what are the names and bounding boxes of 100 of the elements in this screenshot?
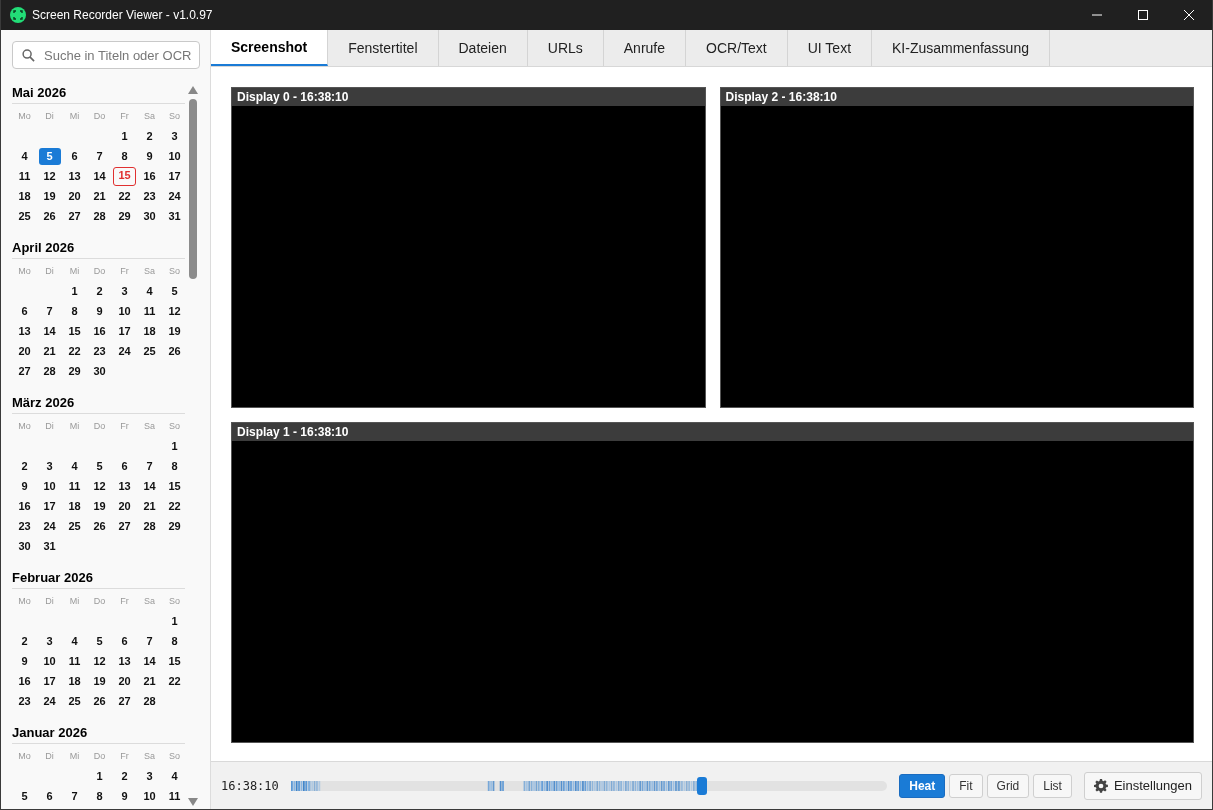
calendar-day[interactable]: 22 [113, 187, 136, 205]
maximize-icon[interactable] [1138, 10, 1148, 20]
calendar-day[interactable]: 29 [113, 207, 136, 225]
calendar-day[interactable]: 1 [163, 437, 185, 455]
calendar-day[interactable]: 16 [13, 497, 36, 515]
calendar-day[interactable]: 6 [63, 147, 86, 165]
calendar-day[interactable]: 9 [13, 477, 36, 495]
calendar-day[interactable]: 9 [13, 652, 36, 670]
calendar-day[interactable]: 10 [163, 147, 185, 165]
calendar-day[interactable]: 2 [113, 767, 136, 785]
calendar-day[interactable]: 27 [13, 362, 36, 380]
calendar-day[interactable]: 28 [138, 692, 161, 710]
calendar-day[interactable]: 18 [13, 187, 36, 205]
scroll-down-icon[interactable] [188, 798, 198, 806]
calendar-day[interactable]: 4 [13, 147, 36, 165]
scroll-up-icon[interactable] [188, 86, 198, 94]
calendar-day[interactable]: 9 [88, 302, 111, 320]
calendar-day[interactable]: 8 [113, 147, 136, 165]
calendar-day[interactable]: 10 [38, 652, 61, 670]
calendar-day[interactable]: 3 [113, 282, 136, 300]
calendar-day[interactable]: 1 [113, 127, 136, 145]
calendar-day[interactable]: 16 [13, 672, 36, 690]
calendar-day[interactable]: 11 [63, 652, 86, 670]
search-field[interactable]: Suche in Titeln oder OCR [12, 41, 200, 69]
calendar-day[interactable]: 23 [138, 187, 161, 205]
calendar-day[interactable]: 5 [38, 147, 61, 165]
calendar-day[interactable]: 24 [38, 692, 61, 710]
calendar-day[interactable]: 10 [38, 477, 61, 495]
calendar-day[interactable]: 11 [163, 787, 185, 805]
calendar-day[interactable]: 20 [63, 187, 86, 205]
view-mode-button[interactable]: Heat [899, 773, 946, 798]
calendar-day[interactable]: 13 [113, 652, 136, 670]
calendar-day[interactable]: 2 [138, 127, 161, 145]
calendar-day[interactable]: 14 [88, 167, 111, 185]
calendar-day[interactable]: 25 [63, 692, 86, 710]
calendar-day[interactable]: 2 [88, 282, 111, 300]
calendar-day[interactable]: 6 [113, 632, 136, 650]
calendar-day[interactable]: 6 [13, 302, 36, 320]
calendar-day[interactable]: 28 [88, 207, 111, 225]
calendar-day[interactable]: 15 [63, 322, 86, 340]
calendar-day[interactable]: 3 [38, 632, 61, 650]
calendar-day[interactable]: 27 [113, 517, 136, 535]
calendar-day[interactable]: 8 [163, 632, 185, 650]
calendar-day[interactable]: 12 [88, 652, 111, 670]
calendar-day[interactable]: 7 [138, 457, 161, 475]
scrollbar-thumb[interactable] [189, 99, 197, 279]
calendar-day[interactable]: 16 [88, 322, 111, 340]
timeline-handle[interactable] [697, 776, 708, 795]
calendar-day[interactable]: 3 [138, 767, 161, 785]
calendar-day[interactable]: 16 [138, 167, 161, 185]
calendar-day[interactable]: 17 [113, 322, 136, 340]
calendar-day[interactable]: 12 [88, 477, 111, 495]
calendar-day[interactable]: 28 [138, 517, 161, 535]
calendar-day[interactable]: 15 [163, 652, 185, 670]
calendar-day[interactable]: 5 [88, 457, 111, 475]
view-mode-button[interactable]: Fit [949, 773, 983, 798]
calendar-day[interactable]: 21 [88, 187, 111, 205]
calendar-day[interactable]: 20 [113, 497, 136, 515]
calendar-day[interactable]: 15 [113, 166, 136, 186]
calendar-day[interactable]: 25 [63, 517, 86, 535]
calendar-day[interactable]: 2 [13, 632, 36, 650]
calendar-day[interactable]: 1 [63, 282, 86, 300]
calendar-day[interactable]: 7 [38, 302, 61, 320]
calendar-day[interactable]: 4 [63, 457, 86, 475]
calendar-day[interactable]: 11 [138, 302, 161, 320]
calendar-day[interactable]: 3 [38, 457, 61, 475]
calendar-day[interactable]: 24 [38, 517, 61, 535]
calendar-day[interactable]: 26 [88, 692, 111, 710]
calendar-day[interactable]: 18 [63, 672, 86, 690]
calendar-day[interactable]: 31 [163, 207, 185, 225]
calendar-day[interactable]: 24 [163, 187, 185, 205]
calendar-day[interactable]: 21 [138, 672, 161, 690]
calendar-day[interactable]: 22 [63, 342, 86, 360]
calendar-day[interactable]: 7 [138, 632, 161, 650]
calendar-day[interactable]: 26 [163, 342, 185, 360]
calendar-day[interactable]: 30 [13, 537, 36, 555]
calendar-day[interactable]: 13 [13, 322, 36, 340]
calendar-day[interactable]: 19 [88, 497, 111, 515]
calendar-day[interactable]: 12 [163, 302, 185, 320]
view-mode-button[interactable]: Grid [986, 773, 1030, 798]
calendar-day[interactable]: 18 [63, 497, 86, 515]
calendar-day[interactable]: 17 [38, 497, 61, 515]
calendar-day[interactable]: 11 [13, 167, 36, 185]
calendar-day[interactable]: 22 [163, 672, 185, 690]
calendar-day[interactable]: 21 [138, 497, 161, 515]
calendar-day[interactable]: 14 [138, 477, 161, 495]
calendar-day[interactable]: 28 [38, 362, 61, 380]
calendar-day[interactable]: 8 [63, 302, 86, 320]
calendar-day[interactable]: 5 [13, 787, 36, 805]
calendar-day[interactable]: 4 [163, 767, 185, 785]
calendar-day[interactable]: 19 [163, 322, 185, 340]
calendar-day[interactable]: 7 [63, 787, 86, 805]
calendar-day[interactable]: 1 [163, 612, 185, 630]
calendar-day[interactable]: 26 [88, 517, 111, 535]
calendar-day[interactable]: 31 [38, 537, 61, 555]
calendar-day[interactable]: 18 [138, 322, 161, 340]
calendar-day[interactable]: 23 [88, 342, 111, 360]
calendar-day[interactable]: 29 [163, 517, 185, 535]
calendar-day[interactable]: 23 [13, 692, 36, 710]
calendar-day[interactable]: 9 [138, 147, 161, 165]
